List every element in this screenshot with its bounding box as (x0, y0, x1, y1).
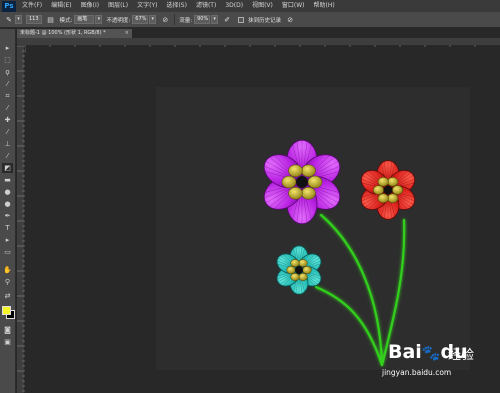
brush-panel-icon[interactable]: ▤ (46, 15, 56, 25)
stamen (290, 272, 300, 281)
menu-bar: Ps 文件(F) 编辑(E) 图像(I) 图层(L) 文字(Y) 选择(S) 滤… (0, 0, 500, 12)
watermark-url: jingyan.baidu.com (382, 368, 452, 377)
stamen (387, 193, 399, 203)
flower-core (383, 185, 393, 195)
stamen (301, 164, 316, 177)
flow-label: 流量: (179, 17, 193, 24)
opacity-dropdown[interactable]: ▾ (149, 15, 157, 24)
menu-filter[interactable]: 滤镜(T) (196, 0, 216, 12)
vertical-ruler[interactable] (17, 45, 25, 393)
stamen (392, 185, 403, 195)
type-tool-icon[interactable]: T (2, 223, 13, 233)
stamen (286, 266, 296, 274)
red-flower (359, 160, 417, 220)
gradient-tool-icon[interactable]: ▬ (2, 175, 13, 185)
move-tool-icon[interactable]: ▸ (2, 43, 13, 53)
opacity-field[interactable]: 67% (132, 15, 149, 24)
stamen (302, 266, 312, 274)
menu-layer[interactable]: 图层(L) (108, 0, 128, 12)
screen-mode-icon[interactable]: ▣ (2, 337, 13, 347)
history-brush-tool-icon[interactable]: ⁄ (2, 151, 13, 161)
marquee-tool-icon[interactable]: ⬚ (2, 55, 13, 65)
ruler-corner (17, 38, 25, 46)
photoshop-logo: Ps (2, 0, 16, 12)
quick-select-tool-icon[interactable]: ⁄ (2, 79, 13, 89)
watermark-jingyan: 经验 (448, 348, 475, 363)
stamen (307, 175, 323, 189)
flow-dropdown[interactable]: ▾ (211, 15, 219, 24)
clone-stamp-tool-icon[interactable]: ⊥ (2, 139, 13, 149)
stamen (281, 175, 297, 189)
dodge-tool-icon[interactable]: ● (2, 199, 13, 209)
stamen (377, 193, 389, 203)
stamen (290, 259, 300, 268)
flower-core (296, 176, 308, 188)
crop-tool-icon[interactable]: ⌗ (2, 91, 13, 101)
mode-label: 模式: (59, 17, 73, 24)
lasso-tool-icon[interactable]: ϙ (2, 67, 13, 77)
options-bar: ✎ ▾ 113 ▤ 模式: 画笔 ▾ 不透明度: 67% ▾ ⊘ 流量: 90%… (0, 12, 500, 28)
separator (174, 14, 176, 25)
stamen (373, 185, 384, 195)
healing-brush-tool-icon[interactable]: ✚ (2, 115, 13, 125)
flower-core (295, 266, 303, 274)
pressure-opacity-icon[interactable]: ⊘ (160, 15, 170, 25)
eraser-tool-preset-icon[interactable]: ✎ (4, 15, 14, 25)
flower-artwork (261, 139, 417, 367)
vertical-ruler-ticks (17, 45, 25, 392)
flow-field[interactable]: 90% (194, 15, 211, 24)
menu-help[interactable]: 帮助(H) (314, 0, 335, 12)
menu-window[interactable]: 窗口(W) (282, 0, 305, 12)
menu-select[interactable]: 选择(S) (166, 0, 187, 12)
close-tab-icon[interactable]: × (125, 29, 129, 38)
menu-file[interactable]: 文件(F) (22, 0, 42, 12)
stamen (301, 187, 316, 200)
brush-size-field[interactable]: 113 (26, 15, 42, 24)
document-tab-title: 未标题-1 @ 100% (形状 1, RGB/8) * (20, 30, 106, 36)
pen-tool-icon[interactable]: ✒ (2, 211, 13, 221)
photoshop-window: Ps 文件(F) 编辑(E) 图像(I) 图层(L) 文字(Y) 选择(S) 滤… (0, 0, 500, 393)
brush-tool-icon[interactable]: ⁄ (2, 127, 13, 137)
watermark-brand-bai: Bai (388, 341, 422, 363)
erase-to-history-checkbox[interactable] (238, 16, 245, 23)
purple-flower (261, 139, 343, 225)
menu-image[interactable]: 图像(I) (81, 0, 99, 12)
menu-view[interactable]: 视图(V) (252, 0, 273, 12)
menu-edit[interactable]: 编辑(E) (51, 0, 71, 12)
mode-select[interactable]: 画笔 (74, 15, 95, 24)
baidu-jingyan-watermark: Bai🐾du 经验 jingyan.baidu.com (382, 337, 500, 387)
stamen (298, 272, 308, 281)
zoom-tool-icon[interactable]: ⚲ (2, 277, 13, 287)
quick-mask-icon[interactable]: ◙ (2, 325, 13, 335)
path-select-tool-icon[interactable]: ▸ (2, 235, 13, 245)
paw-icon: 🐾 (421, 344, 441, 362)
stamen (288, 187, 303, 200)
document-canvas[interactable] (156, 87, 470, 370)
eraser-tool-icon[interactable]: ◩ (2, 163, 13, 173)
menu-items: 文件(F) 编辑(E) 图像(I) 图层(L) 文字(Y) 选择(S) 滤镜(T… (22, 0, 344, 12)
stamen (298, 259, 308, 268)
tool-preset-dropdown[interactable]: ▾ (15, 15, 22, 24)
tools-panel: ▸ ⬚ ϙ ⁄ ⌗ ⁄ ✚ ⁄ ⊥ ⁄ ◩ ▬ ● ● ✒ T ▸ ▭ ✋ ⚲ … (0, 29, 16, 393)
horizontal-ruler[interactable] (24, 38, 500, 53)
stamen (377, 177, 389, 187)
menu-3d[interactable]: 3D(D) (225, 0, 243, 12)
stamen (387, 177, 399, 187)
document-tab[interactable]: 未标题-1 @ 100% (形状 1, RGB/8) * × (17, 29, 132, 38)
shape-tool-icon[interactable]: ▭ (2, 247, 13, 257)
pressure-size-icon[interactable]: ⊘ (285, 15, 295, 25)
blur-tool-icon[interactable]: ● (2, 187, 13, 197)
erase-to-history-label: 抹到历史记录 (248, 17, 282, 24)
swap-colors-icon[interactable]: ⇄ (2, 291, 13, 301)
eyedropper-tool-icon[interactable]: ⁄ (2, 103, 13, 113)
foreground-color-swatch[interactable] (2, 306, 11, 315)
menu-type[interactable]: 文字(Y) (137, 0, 157, 12)
airbrush-icon[interactable]: ✐ (222, 15, 232, 25)
opacity-label: 不透明度: (106, 17, 131, 24)
stamen (288, 164, 303, 177)
hand-tool-icon[interactable]: ✋ (2, 265, 13, 275)
mode-dropdown[interactable]: ▾ (95, 15, 103, 24)
